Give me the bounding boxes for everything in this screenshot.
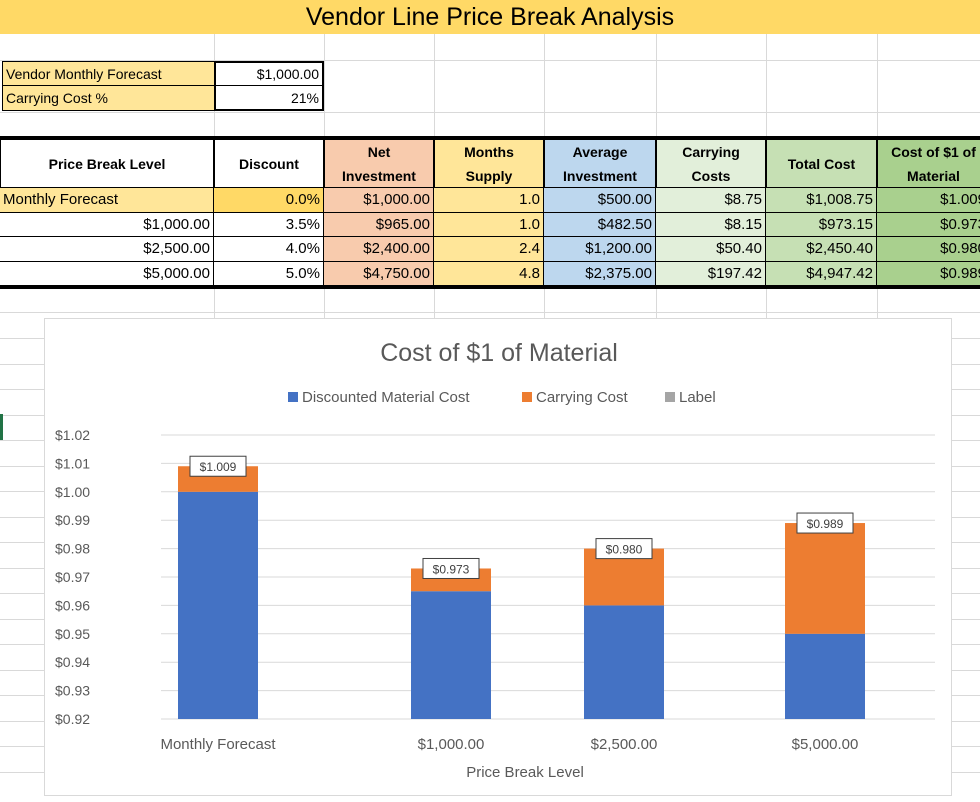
table-cell[interactable]: $4,947.42 <box>766 261 877 286</box>
legend-swatch <box>522 392 532 402</box>
chart-legend: Discounted Material Cost Carrying Cost Lab… <box>288 389 716 406</box>
data-label: $0.989 <box>807 517 844 531</box>
y-tick-label: $0.95 <box>55 626 90 642</box>
table-cell[interactable]: $5,000.00 <box>0 261 214 286</box>
y-tick-label: $0.99 <box>55 512 90 528</box>
header-line: Cost of $1 of <box>891 143 976 160</box>
table-cell[interactable]: $50.40 <box>656 237 766 262</box>
table-cell[interactable]: $1,200.00 <box>544 237 656 262</box>
table-cell[interactable]: 0.0% <box>214 188 324 213</box>
table-cell[interactable]: $2,500.00 <box>0 237 214 262</box>
table-cell[interactable]: $1,000.00 <box>324 188 434 213</box>
x-axis-title: Price Break Level <box>466 764 584 781</box>
chart-title: Cost of $1 of Material <box>380 339 618 367</box>
data-label: $0.973 <box>433 562 470 576</box>
bar-discounted-material-cost <box>584 605 664 719</box>
y-tick-label: $1.00 <box>55 484 90 500</box>
table-cell[interactable]: 4.0% <box>214 237 324 262</box>
legend-swatch <box>288 392 298 402</box>
table-cell[interactable]: $1,008.75 <box>766 188 877 213</box>
y-tick-label: $0.97 <box>55 569 90 585</box>
x-tick-label: Monthly Forecast <box>160 736 276 753</box>
table-cell[interactable]: 4.8 <box>434 261 544 286</box>
x-tick-label: $5,000.00 <box>792 736 859 753</box>
header-line: Carrying <box>682 143 740 160</box>
column-header[interactable]: Months Supply <box>434 139 544 188</box>
header-line: Costs <box>691 167 731 184</box>
column-header[interactable]: Cost of $1 of Material <box>877 139 980 188</box>
bar-discounted-material-cost <box>411 591 491 719</box>
table-cell[interactable]: 2.4 <box>434 237 544 262</box>
legend-label: Carrying Cost <box>536 389 629 406</box>
table-cell[interactable]: 1.0 <box>434 212 544 237</box>
table-cell[interactable]: $0.980 <box>877 237 980 262</box>
y-tick-label: $1.02 <box>55 427 90 443</box>
column-header[interactable]: Average Investment <box>544 139 656 188</box>
input-value-forecast[interactable]: $1,000.00 <box>214 61 324 86</box>
table-cell[interactable]: $0.973 <box>877 212 980 237</box>
input-label-carrying: Carrying Cost % <box>2 86 215 111</box>
x-tick-label: $2,500.00 <box>591 736 658 753</box>
legend-swatch <box>665 392 675 402</box>
y-tick-label: $0.96 <box>55 597 90 613</box>
header-line: Average <box>572 143 628 160</box>
table-cell[interactable]: $0.989 <box>877 261 980 286</box>
column-header[interactable]: Price Break Level <box>0 139 214 188</box>
y-tick-label: $1.01 <box>55 455 90 471</box>
y-tick-label: $0.98 <box>55 541 90 557</box>
legend-label: Discounted Material Cost <box>302 389 470 406</box>
table-cell[interactable]: $1.009 <box>877 188 980 213</box>
table-cell[interactable]: $8.15 <box>656 212 766 237</box>
header-line: Total Cost <box>787 155 856 172</box>
table-cell[interactable]: $4,750.00 <box>324 261 434 286</box>
table-cell[interactable]: $965.00 <box>324 212 434 237</box>
table-cell[interactable]: 1.0 <box>434 188 544 213</box>
chart-svg: Cost of $1 of Material Discounted Materi… <box>55 339 935 781</box>
input-label-forecast: Vendor Monthly Forecast <box>2 61 215 86</box>
table-cell[interactable]: $2,400.00 <box>324 237 434 262</box>
table-cell[interactable]: $482.50 <box>544 212 656 237</box>
table-cell[interactable]: $2,375.00 <box>544 261 656 286</box>
header-line: Supply <box>465 167 513 184</box>
table-cell[interactable]: 3.5% <box>214 212 324 237</box>
table-cell[interactable]: $500.00 <box>544 188 656 213</box>
chart[interactable]: Cost of $1 of Material Discounted Materi… <box>44 318 952 796</box>
data-label: $1.009 <box>200 460 237 474</box>
legend-label: Label <box>679 389 716 406</box>
bar-discounted-material-cost <box>178 491 258 719</box>
y-tick-label: $0.93 <box>55 683 90 699</box>
data-label: $0.980 <box>606 543 643 557</box>
table-cell[interactable]: $197.42 <box>656 261 766 286</box>
header-line: Price Break Level <box>48 155 166 172</box>
sheet-title: Vendor Line Price Break Analysis <box>0 0 980 34</box>
table-cell[interactable]: $1,000.00 <box>0 212 214 237</box>
column-header[interactable]: Net Investment <box>324 139 434 188</box>
table-cell[interactable]: $973.15 <box>766 212 877 237</box>
table-cell[interactable]: $2,450.40 <box>766 237 877 262</box>
header-line: Months <box>464 143 514 160</box>
bar-discounted-material-cost <box>785 633 865 719</box>
header-line: Investment <box>342 167 416 184</box>
table-cell[interactable]: 5.0% <box>214 261 324 286</box>
x-tick-label: $1,000.00 <box>418 736 485 753</box>
bar-carrying-cost <box>785 523 865 634</box>
y-tick-label: $0.94 <box>55 654 90 670</box>
row-selection-marker <box>0 414 3 440</box>
column-header[interactable]: Total Cost <box>766 139 877 188</box>
header-line: Net <box>367 143 391 160</box>
input-value-carrying[interactable]: 21% <box>214 86 324 111</box>
column-header[interactable]: Discount <box>214 139 324 188</box>
table-cell[interactable]: $8.75 <box>656 188 766 213</box>
column-header[interactable]: Carrying Costs <box>656 139 766 188</box>
header-line: Material <box>907 167 960 184</box>
table-bottom-border <box>0 286 980 289</box>
table-cell[interactable]: Monthly Forecast <box>0 188 214 213</box>
header-line: Discount <box>239 155 299 172</box>
y-tick-label: $0.92 <box>55 711 90 727</box>
header-line: Investment <box>563 167 637 184</box>
